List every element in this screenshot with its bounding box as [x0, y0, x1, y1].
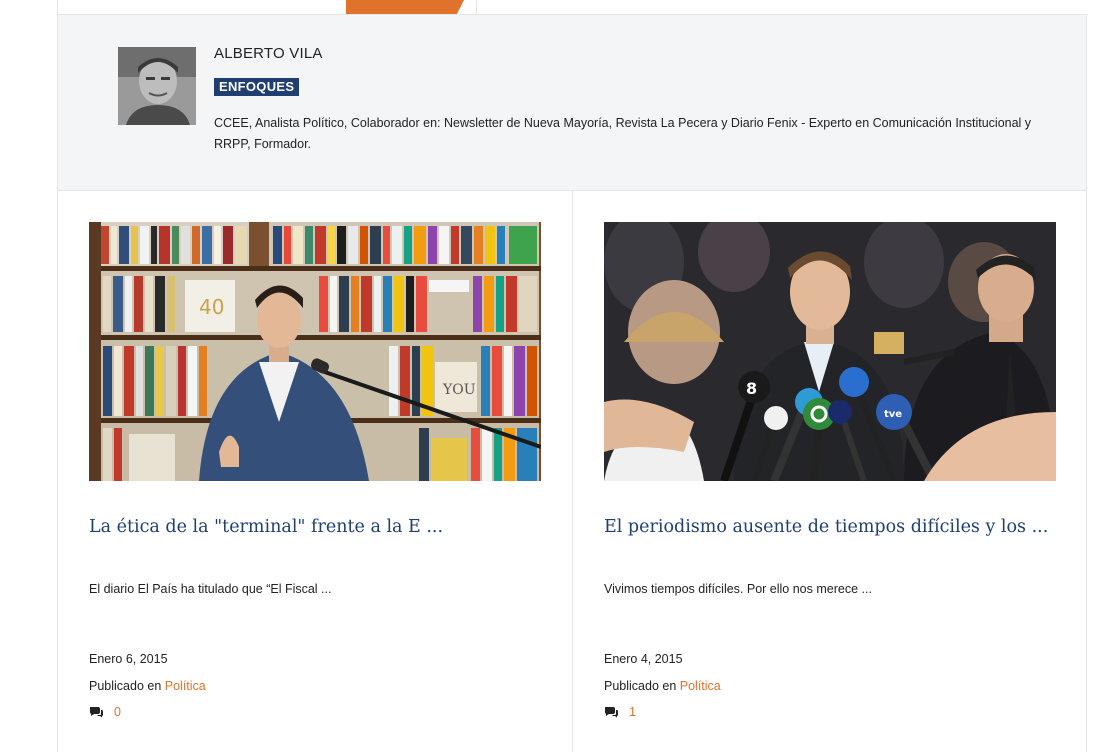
svg-text:8: 8 — [746, 379, 757, 398]
author-box: ALBERTO VILA ENFOQUES CCEE, Analista Pol… — [58, 15, 1086, 191]
post-thumbnail[interactable]: 40 YOU — [89, 222, 541, 481]
post-thumbnail[interactable]: 8 tve — [604, 222, 1056, 481]
post-category-link[interactable]: Política — [680, 679, 721, 693]
author-name[interactable]: ALBERTO VILA — [214, 45, 323, 62]
tab-divider — [476, 0, 477, 14]
post-card: 40 YOU La ética de la "terminal" frente … — [58, 191, 572, 752]
svg-text:YOU: YOU — [442, 382, 476, 398]
comment-count[interactable]: 0 — [114, 705, 121, 719]
author-avatar[interactable] — [118, 47, 196, 125]
post-published-in: Publicado en Política — [604, 679, 721, 693]
post-title[interactable]: El periodismo ausente de tiempos difícil… — [604, 517, 1064, 537]
post-category-link[interactable]: Política — [165, 679, 206, 693]
active-tab-indicator[interactable] — [346, 0, 464, 14]
page-frame: ALBERTO VILA ENFOQUES CCEE, Analista Pol… — [57, 0, 1088, 752]
post-excerpt: El diario El País ha titulado que “El Fi… — [89, 582, 332, 596]
post-card: 8 tve El periodismo ausente de tiempos d… — [573, 191, 1087, 752]
post-title[interactable]: La ética de la "terminal" frente a la E … — [89, 517, 549, 537]
svg-text:40: 40 — [199, 295, 224, 319]
post-published-in: Publicado en Política — [89, 679, 206, 693]
comments-icon — [89, 706, 104, 718]
section-badge[interactable]: ENFOQUES — [214, 78, 300, 96]
svg-text:tve: tve — [884, 409, 902, 420]
comments-icon — [604, 706, 619, 718]
post-comments[interactable]: 0 — [89, 705, 121, 719]
post-excerpt: Vivimos tiempos difíciles. Por ello nos … — [604, 582, 872, 596]
top-tab-bar — [58, 0, 1088, 15]
published-label: Publicado en — [604, 679, 677, 693]
post-date: Enero 4, 2015 — [604, 652, 683, 666]
comment-count[interactable]: 1 — [629, 705, 636, 719]
post-date: Enero 6, 2015 — [89, 652, 168, 666]
published-label: Publicado en — [89, 679, 162, 693]
author-bio: CCEE, Analista Político, Colaborador en:… — [214, 116, 1032, 151]
post-comments[interactable]: 1 — [604, 705, 636, 719]
